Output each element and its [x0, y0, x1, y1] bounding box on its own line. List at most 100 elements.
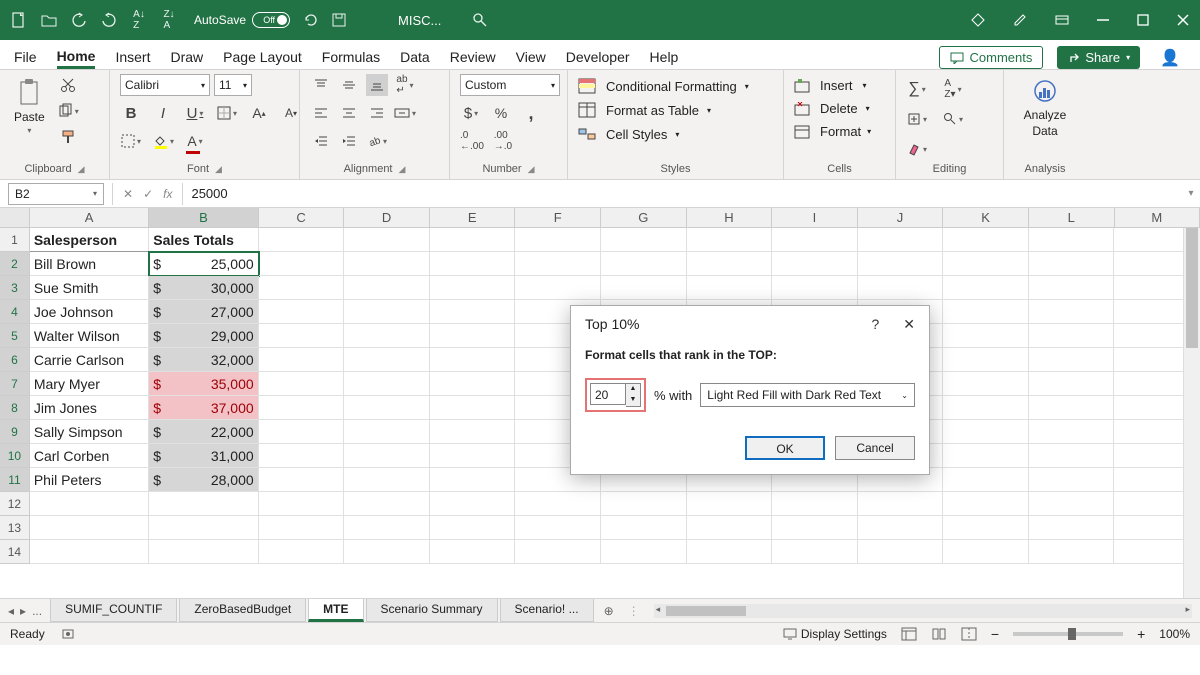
- cell[interactable]: [687, 540, 773, 564]
- zoom-slider[interactable]: [1013, 632, 1123, 636]
- col-header-B[interactable]: B: [149, 208, 258, 227]
- cell[interactable]: [344, 396, 430, 420]
- cell[interactable]: [430, 252, 516, 276]
- cell[interactable]: [344, 468, 430, 492]
- zoom-out-icon[interactable]: −: [991, 626, 999, 642]
- dialog-close-icon[interactable]: ✕: [903, 316, 915, 333]
- cell[interactable]: [687, 228, 773, 252]
- cell[interactable]: $22,000: [149, 420, 258, 444]
- cell[interactable]: [259, 348, 345, 372]
- cell[interactable]: [430, 492, 516, 516]
- font-size-select[interactable]: 11▾: [214, 74, 252, 96]
- cell[interactable]: [259, 444, 345, 468]
- sort-desc-icon[interactable]: Z↓A: [160, 11, 178, 29]
- cell[interactable]: [943, 420, 1029, 444]
- cell[interactable]: [30, 516, 149, 540]
- cell[interactable]: [30, 492, 149, 516]
- cell[interactable]: [943, 348, 1029, 372]
- cell[interactable]: [772, 492, 858, 516]
- tab-developer[interactable]: Developer: [566, 49, 630, 69]
- cell[interactable]: [858, 276, 944, 300]
- row-header[interactable]: 3: [0, 276, 30, 300]
- orientation-icon[interactable]: ab: [366, 130, 388, 152]
- undo-icon[interactable]: [70, 11, 88, 29]
- row-header[interactable]: 7: [0, 372, 30, 396]
- font-launcher-icon[interactable]: ◢: [215, 164, 222, 175]
- cell[interactable]: [601, 540, 687, 564]
- cell[interactable]: [344, 420, 430, 444]
- cell[interactable]: [772, 540, 858, 564]
- scroll-left-icon[interactable]: ◂: [656, 604, 661, 615]
- cell[interactable]: [259, 420, 345, 444]
- format-style-select[interactable]: Light Red Fill with Dark Red Text⌄: [700, 383, 915, 407]
- cell[interactable]: [943, 300, 1029, 324]
- autosave-switch[interactable]: Off: [252, 12, 290, 28]
- fill-color-icon[interactable]: [152, 130, 174, 152]
- cell[interactable]: [1029, 300, 1115, 324]
- cell[interactable]: Walter Wilson: [30, 324, 149, 348]
- tab-data[interactable]: Data: [400, 49, 430, 69]
- fill-icon[interactable]: [906, 108, 928, 130]
- enter-formula-icon[interactable]: ✓: [143, 187, 153, 201]
- cell[interactable]: [259, 396, 345, 420]
- cell[interactable]: [772, 516, 858, 540]
- italic-button[interactable]: I: [152, 102, 174, 124]
- insert-cells-button[interactable]: Insert▾: [794, 78, 885, 93]
- align-center-icon[interactable]: [338, 102, 360, 124]
- cell[interactable]: [515, 276, 601, 300]
- cell[interactable]: [943, 372, 1029, 396]
- sheet-nav-more-icon[interactable]: ...: [32, 604, 42, 618]
- add-sheet-icon[interactable]: ⊕: [596, 604, 622, 618]
- format-painter-icon[interactable]: [57, 126, 79, 148]
- cell[interactable]: [344, 444, 430, 468]
- page-break-view-icon[interactable]: [961, 627, 977, 641]
- cell[interactable]: [1029, 540, 1115, 564]
- cut-icon[interactable]: [57, 74, 79, 96]
- cell[interactable]: [772, 228, 858, 252]
- tab-review[interactable]: Review: [450, 49, 496, 69]
- cell[interactable]: $31,000: [149, 444, 258, 468]
- minimize-icon[interactable]: [1096, 13, 1110, 27]
- align-left-icon[interactable]: [310, 102, 332, 124]
- cell[interactable]: [344, 324, 430, 348]
- cell[interactable]: [1029, 468, 1115, 492]
- decrease-decimal-icon[interactable]: .00→.0: [492, 130, 514, 152]
- cell[interactable]: [772, 252, 858, 276]
- cell[interactable]: [430, 228, 516, 252]
- cell[interactable]: [149, 492, 258, 516]
- dialog-help-icon[interactable]: ?: [871, 316, 879, 333]
- cell[interactable]: $25,000: [149, 252, 258, 276]
- cell[interactable]: Joe Johnson: [30, 300, 149, 324]
- cell[interactable]: [943, 276, 1029, 300]
- cell[interactable]: [687, 492, 773, 516]
- cell[interactable]: [858, 228, 944, 252]
- sheet-tab[interactable]: MTE: [308, 599, 363, 622]
- cell[interactable]: [430, 420, 516, 444]
- conditional-formatting-button[interactable]: Conditional Formatting▾: [578, 78, 773, 94]
- cell[interactable]: [430, 516, 516, 540]
- cell[interactable]: Sue Smith: [30, 276, 149, 300]
- macro-record-icon[interactable]: [61, 627, 75, 641]
- cell[interactable]: [344, 228, 430, 252]
- cell[interactable]: [687, 516, 773, 540]
- currency-icon[interactable]: $: [460, 102, 482, 124]
- row-header[interactable]: 10: [0, 444, 30, 468]
- align-top-icon[interactable]: [310, 74, 332, 96]
- cell[interactable]: $27,000: [149, 300, 258, 324]
- fx-icon[interactable]: fx: [163, 187, 172, 201]
- sheet-tab[interactable]: Scenario Summary: [366, 599, 498, 622]
- cell[interactable]: [430, 300, 516, 324]
- cancel-formula-icon[interactable]: ✕: [123, 187, 133, 201]
- cell[interactable]: $35,000: [149, 372, 258, 396]
- col-header-G[interactable]: G: [601, 208, 687, 227]
- cell[interactable]: $29,000: [149, 324, 258, 348]
- row-header[interactable]: 2: [0, 252, 30, 276]
- refresh-icon[interactable]: [302, 11, 320, 29]
- cell[interactable]: [1029, 372, 1115, 396]
- col-header-M[interactable]: M: [1115, 208, 1200, 227]
- cell[interactable]: [1029, 348, 1115, 372]
- increase-indent-icon[interactable]: [338, 130, 360, 152]
- cell[interactable]: Bill Brown: [30, 252, 149, 276]
- number-launcher-icon[interactable]: ◢: [528, 164, 535, 175]
- find-select-icon[interactable]: [942, 108, 964, 130]
